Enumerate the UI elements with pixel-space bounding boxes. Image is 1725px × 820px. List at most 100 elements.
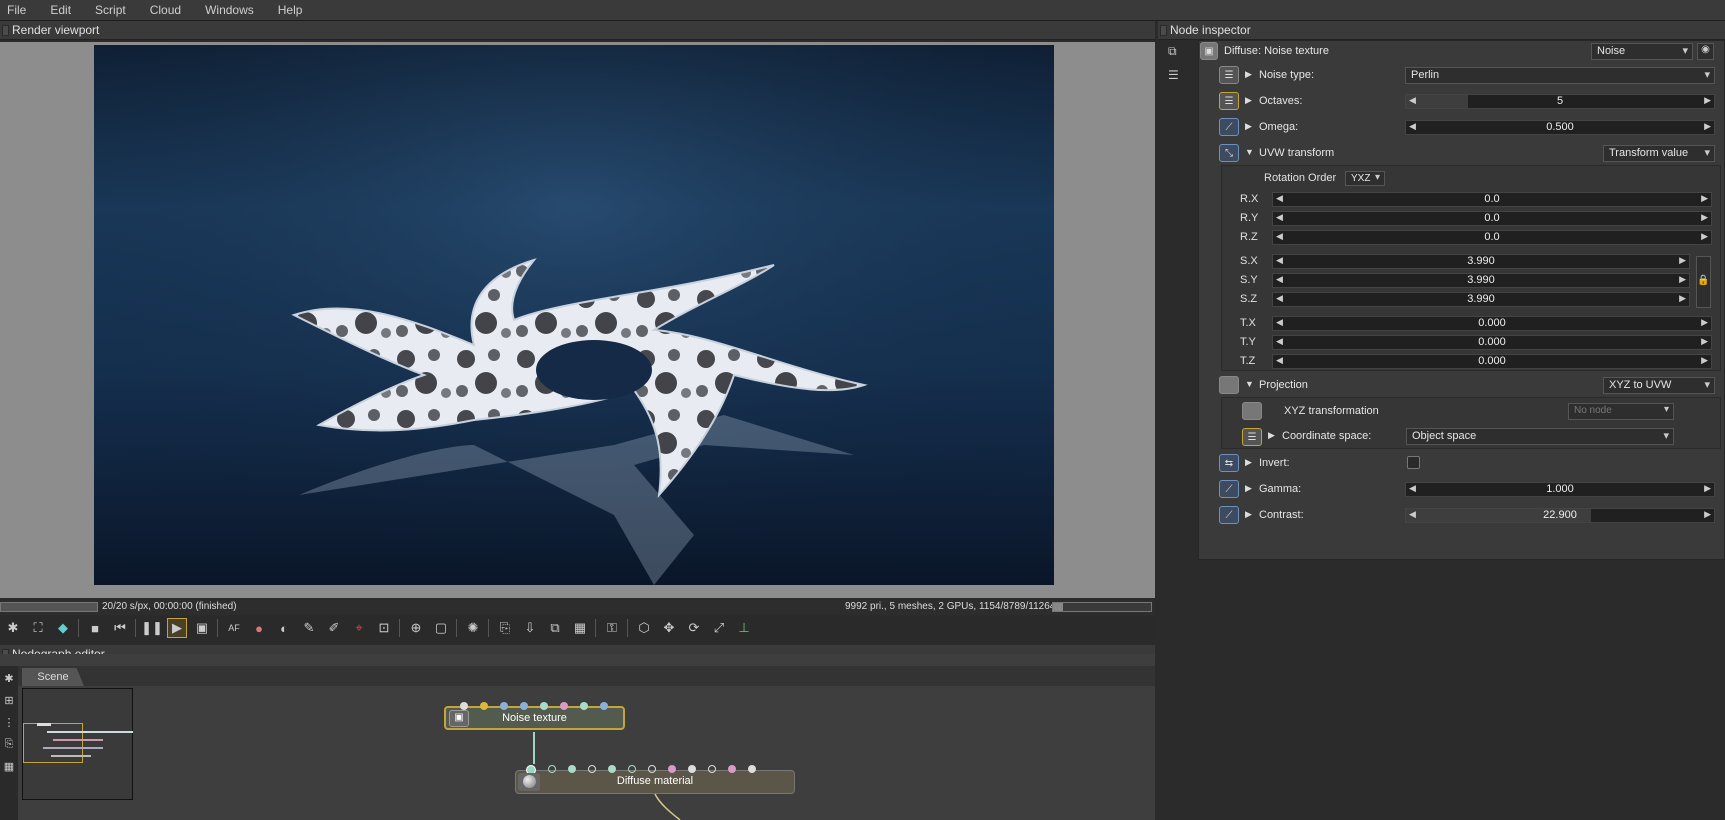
noise-type-dropdown[interactable]: Perlin — [1405, 67, 1715, 84]
sx-slider[interactable]: ◀ 3.990 ▶ — [1272, 254, 1690, 269]
projection-pin-icon[interactable] — [1219, 376, 1239, 394]
expand-all-icon[interactable]: ⧉ — [1168, 44, 1177, 59]
render-toolbar: ✱ ⛶ ◆ ■ ⏮ ❚❚ ▶ ▣ AF ● ◐ ✎ ✐ ⌖ ⊡ ⊕ ▢ ✺ ⎘ … — [0, 616, 1155, 640]
lock-icon[interactable]: ⚿ — [602, 618, 622, 638]
sy-slider[interactable]: ◀ 3.990 ▶ — [1272, 273, 1690, 288]
render-progress-bar — [0, 602, 98, 612]
render-viewport[interactable] — [0, 42, 1155, 598]
stop-icon[interactable]: ■ — [85, 618, 105, 638]
expand-arrow-icon[interactable]: ▶ — [1268, 430, 1278, 441]
uvw-transform-group: Rotation Order YXZ R.X ◀0.0▶ R.Y ◀0.0▶ R… — [1221, 165, 1721, 371]
scale-lock-icon[interactable]: 🔒 — [1696, 256, 1711, 308]
ry-slider[interactable]: ◀ 0.0 ▶ — [1272, 211, 1712, 226]
transform-pin-icon[interactable]: ⤡ — [1219, 144, 1239, 162]
move-icon[interactable]: ✥ — [659, 618, 679, 638]
rz-slider[interactable]: ◀ 0.0 ▶ — [1272, 230, 1712, 245]
menu-edit[interactable]: Edit — [43, 0, 78, 20]
camera-target-icon[interactable]: ⊡ — [374, 618, 394, 638]
monitor-icon[interactable]: ▣ — [192, 618, 212, 638]
xyz-transformation-label: XYZ transformation — [1284, 405, 1379, 417]
uvw-transform-dropdown[interactable]: Transform value — [1603, 145, 1715, 162]
ty-slider[interactable]: ◀ 0.000 ▶ — [1272, 335, 1712, 350]
node-diffuse-material[interactable]: Diffuse material — [515, 765, 795, 794]
copy-clipboard-icon[interactable]: ⎘ — [495, 618, 515, 638]
menu-script[interactable]: Script — [88, 0, 133, 20]
restart-icon[interactable]: ⏮ — [110, 618, 130, 638]
sz-slider[interactable]: ◀ 3.990 ▶ — [1272, 292, 1690, 307]
object-picker-icon[interactable]: ✐ — [324, 618, 344, 638]
panel-grip-icon[interactable] — [2, 25, 9, 36]
omega-label: Omega: — [1259, 121, 1299, 133]
rx-slider[interactable]: ◀ 0.0 ▶ — [1272, 192, 1712, 207]
expand-arrow-icon[interactable]: ▶ — [1245, 483, 1255, 494]
material-picker-icon[interactable]: ✎ — [299, 618, 319, 638]
sy-label: S.Y — [1240, 274, 1258, 286]
float-pin-icon[interactable]: ⟋ — [1219, 118, 1239, 136]
expand-arrow-icon[interactable]: ▶ — [1245, 457, 1255, 468]
play-icon[interactable]: ▶ — [167, 618, 187, 638]
white-balance-icon[interactable]: ◐ — [274, 618, 294, 638]
invert-checkbox[interactable] — [1407, 456, 1420, 469]
int-pin-icon[interactable]: ☰ — [1219, 92, 1239, 110]
noise-texture-icon: ▣ — [449, 710, 469, 727]
float-pin-icon[interactable]: ⟋ — [1219, 506, 1239, 524]
sx-label: S.X — [1240, 255, 1258, 267]
material-sphere-icon — [518, 773, 540, 791]
enum-pin-icon[interactable]: ☰ — [1219, 66, 1239, 84]
collapse-arrow-icon[interactable]: ▼ — [1245, 379, 1255, 389]
contrast-slider[interactable]: ◀ 22.900 ▶ — [1405, 508, 1715, 523]
rotate-icon[interactable]: ⟳ — [684, 618, 704, 638]
zoom-icon[interactable]: ⊕ — [406, 618, 426, 638]
bool-pin-icon[interactable]: ⇆ — [1219, 454, 1239, 472]
collapse-arrow-icon[interactable]: ▼ — [1245, 147, 1255, 157]
xyz-transform-pin-icon[interactable] — [1242, 402, 1262, 420]
menu-windows[interactable]: Windows — [198, 0, 261, 20]
viewport-cube-icon[interactable]: ⬡ — [634, 618, 654, 638]
tz-slider[interactable]: ◀ 0.000 ▶ — [1272, 354, 1712, 369]
noise-input-pins[interactable] — [460, 702, 620, 710]
gamma-value: 1.000 — [1546, 483, 1574, 495]
projection-dropdown[interactable]: XYZ to UVW — [1603, 377, 1715, 394]
param-projection: ▼ Projection XYZ to UVW — [1199, 374, 1724, 396]
omega-slider[interactable]: ◀ 0.500 ▶ — [1405, 120, 1715, 135]
background-image-icon[interactable]: ▦ — [570, 618, 590, 638]
sx-value: 3.990 — [1467, 255, 1495, 267]
save-render-icon[interactable]: ⇩ — [520, 618, 540, 638]
settings-icon[interactable]: ✱ — [3, 618, 23, 638]
node-connections — [533, 732, 681, 820]
panel-grip-icon[interactable] — [1160, 25, 1167, 36]
tx-slider[interactable]: ◀ 0.000 ▶ — [1272, 316, 1712, 331]
gamma-slider[interactable]: ◀ 1.000 ▶ — [1405, 482, 1715, 497]
menu-help[interactable]: Help — [271, 0, 310, 20]
xyz-transformation-dropdown[interactable]: No node — [1568, 403, 1674, 420]
expand-arrow-icon[interactable]: ▶ — [1245, 121, 1255, 132]
expand-arrow-icon[interactable]: ▶ — [1245, 95, 1255, 106]
region-icon[interactable]: ⛶ — [28, 618, 48, 638]
node-noise-texture[interactable]: ▣ Noise texture — [444, 702, 625, 730]
eye-icon[interactable]: ◉ — [1697, 43, 1714, 60]
focus-picker-icon[interactable]: ⌖ — [349, 618, 369, 638]
nodegraph-editor[interactable]: ✱ ⊞ ⋮ ⎘ ▦ Scene ▣ Noise texture Diffuse … — [0, 654, 1155, 820]
export-passes-icon[interactable]: ⧉ — [545, 618, 565, 638]
menu-cloud[interactable]: Cloud — [143, 0, 188, 20]
float-pin-icon[interactable]: ⟋ — [1219, 480, 1239, 498]
color-picker-icon[interactable]: ● — [249, 618, 269, 638]
axis-gizmo-icon[interactable]: ⊥ — [734, 618, 754, 638]
node-type-dropdown[interactable]: Noise — [1591, 43, 1693, 60]
expand-arrow-icon[interactable]: ▶ — [1245, 69, 1255, 80]
expand-arrow-icon[interactable]: ▶ — [1245, 509, 1255, 520]
pause-icon[interactable]: ❚❚ — [141, 618, 163, 638]
render-image[interactable] — [94, 45, 1054, 585]
octaves-slider[interactable]: ◀ 5 ▶ — [1405, 94, 1715, 109]
cube-color-icon[interactable]: ◆ — [53, 618, 73, 638]
diffuse-input-pins[interactable] — [526, 765, 768, 775]
fit-view-icon[interactable]: ⤢ — [709, 618, 729, 638]
enum-pin-icon[interactable]: ☰ — [1242, 428, 1262, 446]
clay-mode-icon[interactable]: ✺ — [463, 618, 483, 638]
autofocus-icon[interactable]: AF — [224, 618, 244, 638]
rotation-order-dropdown[interactable]: YXZ — [1345, 171, 1385, 186]
collapse-all-icon[interactable]: ☰ — [1168, 68, 1179, 82]
coordinate-space-dropdown[interactable]: Object space — [1406, 428, 1674, 445]
menu-file[interactable]: File — [0, 0, 33, 20]
region-render-icon[interactable]: ▢ — [431, 618, 451, 638]
